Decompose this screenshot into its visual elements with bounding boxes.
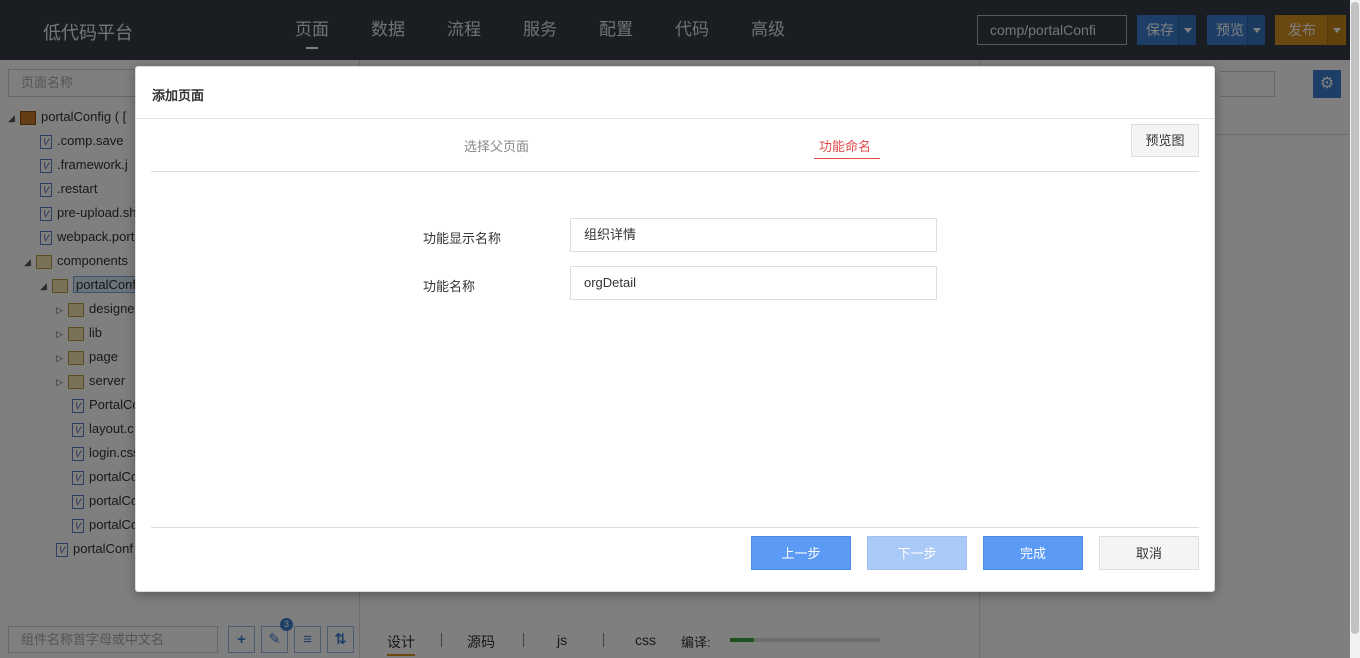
page-scrollbar[interactable] [1350, 0, 1360, 658]
dialog-title: 添加页面 [152, 88, 205, 103]
divider [136, 118, 1214, 119]
display-name-input[interactable]: 组织详情 [570, 218, 937, 252]
scrollbar-thumb[interactable] [1351, 2, 1359, 634]
prev-step-button[interactable]: 上一步 [751, 536, 851, 570]
finish-button[interactable]: 完成 [983, 536, 1083, 570]
function-name-label: 功能名称 [423, 279, 476, 294]
preview-image-button[interactable]: 预览图 [1131, 124, 1199, 157]
function-name-input[interactable]: orgDetail [570, 266, 937, 300]
divider [151, 171, 1199, 172]
add-page-dialog: 添加页面 选择父页面 功能命名 预览图 功能显示名称 组织详情 功能名称 org… [135, 66, 1215, 592]
next-step-button[interactable]: 下一步 [867, 536, 967, 570]
display-name-label: 功能显示名称 [423, 231, 502, 246]
step-name-function[interactable]: 功能命名 [819, 136, 871, 155]
active-step-indicator [814, 158, 880, 159]
step-select-parent[interactable]: 选择父页面 [464, 136, 529, 155]
cancel-button[interactable]: 取消 [1099, 536, 1199, 570]
divider [151, 527, 1199, 528]
